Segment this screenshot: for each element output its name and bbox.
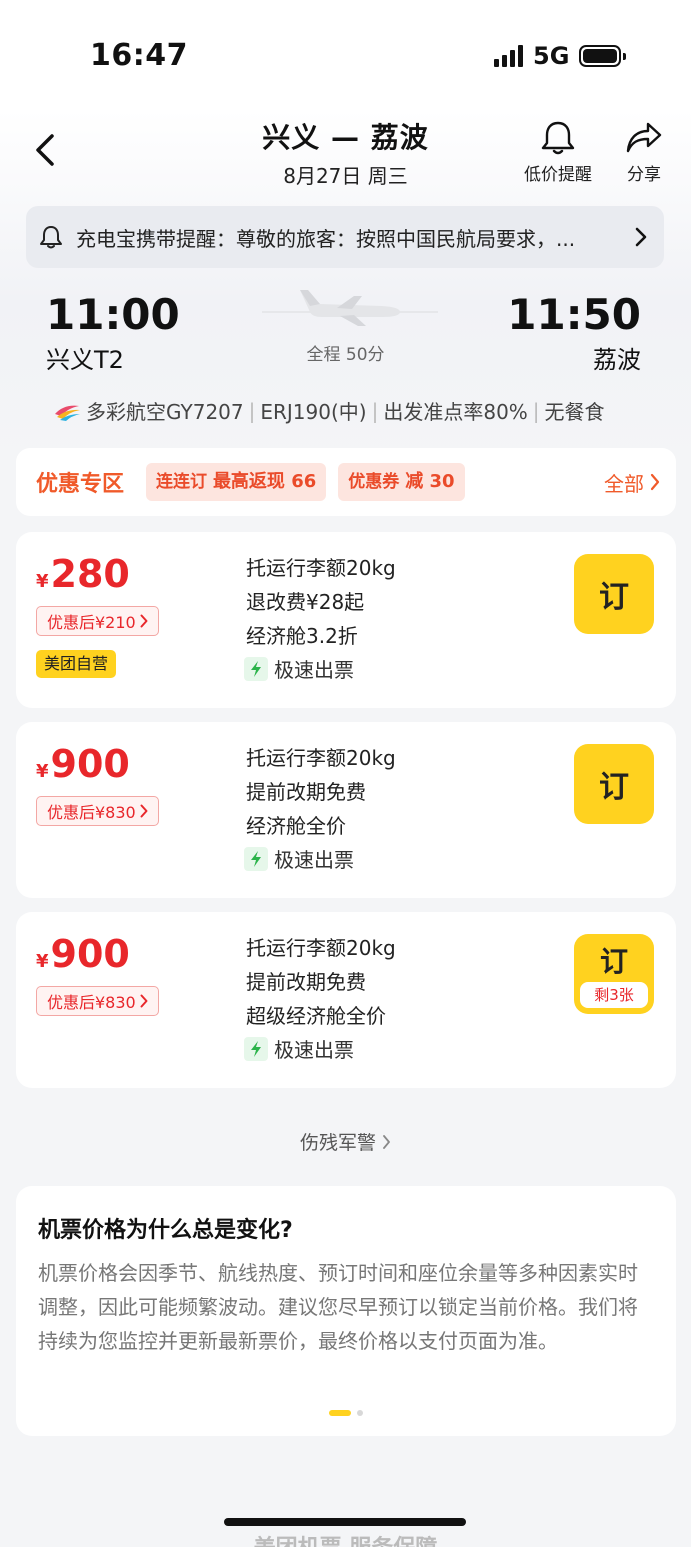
bell-icon (40, 226, 62, 249)
arrival-time: 11:50 (507, 290, 641, 339)
promo-title: 优惠专区 (36, 472, 125, 497)
price-faq-card: 机票价格为什么总是变化? 机票价格会因季节、航线热度、预订时间和座位余量等多种因… (16, 1186, 676, 1436)
fast-ticketing: 极速出票 (244, 654, 354, 683)
airline-logo-icon (55, 405, 80, 421)
fast-ticketing-label: 极速出票 (274, 1038, 354, 1062)
special-fares-link[interactable]: 伤残军警 (0, 1128, 691, 1155)
change-fee: 提前改期免费 (246, 970, 366, 994)
book-button[interactable]: 订 (574, 744, 654, 824)
fare-card[interactable]: ¥ 900 优惠后¥830 托运行李额20kg 提前改期免费 超级经济舱全价 极… (16, 912, 676, 1088)
home-indicator[interactable] (224, 1518, 466, 1526)
chevron-right-icon (140, 614, 148, 628)
share-button[interactable]: 分享 (624, 120, 664, 185)
footer-service-text: 美团机票 服务保障 (0, 1530, 691, 1547)
airline-flight-number: 多彩航空GY7207 (86, 400, 244, 424)
fare-card[interactable]: ¥ 900 优惠后¥830 托运行李额20kg 提前改期免费 经济舱全价 极速出… (16, 722, 676, 898)
price-value: 900 (50, 742, 130, 786)
discount-tag[interactable]: 优惠后¥830 (36, 796, 159, 826)
discount-label: 优惠后¥210 (47, 613, 136, 632)
promo-tag-detail: 减 30 (405, 471, 455, 492)
promo-tag-detail: 最高返现 66 (212, 471, 317, 492)
book-button[interactable]: 订 (574, 554, 654, 634)
faq-body: 机票价格会因季节、航线热度、预订时间和座位余量等多种因素实时调整，因此可能频繁波… (38, 1261, 638, 1353)
cabin-class: 经济舱3.2折 (246, 624, 358, 648)
book-label: 订 (599, 945, 628, 978)
special-fares-label: 伤残军警 (299, 1132, 376, 1154)
chevron-right-icon (635, 227, 647, 247)
promo-section: 优惠专区 连连订 最高返现 66 优惠券 减 30 全部 (16, 448, 676, 516)
battery-icon (579, 45, 627, 67)
fast-ticketing-label: 极速出票 (274, 658, 354, 682)
change-fee: 提前改期免费 (246, 780, 366, 804)
self-operated-badge: 美团自营 (36, 650, 117, 678)
discount-tag[interactable]: 优惠后¥210 (36, 606, 159, 636)
lightning-icon (244, 1036, 268, 1061)
currency-symbol: ¥ (36, 571, 49, 592)
discount-label: 优惠后¥830 (47, 803, 136, 822)
promo-tag-lianliandingr[interactable]: 连连订 最高返现 66 (146, 463, 327, 501)
cabin-class: 经济舱全价 (246, 814, 346, 838)
seats-remaining-badge: 剩3张 (580, 982, 648, 1008)
arrival-airport: 荔波 (593, 346, 641, 374)
cabin-class: 超级经济舱全价 (246, 1004, 386, 1028)
notice-bar[interactable]: 充电宝携带提醒：尊敬的旅客：按照中国民航局要求，... (26, 206, 664, 268)
carousel-dot (357, 1410, 363, 1416)
price-alert-button[interactable]: 低价提醒 (524, 120, 592, 185)
bell-icon (541, 121, 575, 155)
lightning-icon (244, 846, 268, 871)
baggage-allowance: 托运行李额20kg (246, 936, 396, 960)
notice-text: 充电宝携带提醒：尊敬的旅客：按照中国民航局要求，... (76, 226, 576, 251)
chevron-right-icon (383, 1134, 390, 1149)
airplane-icon (262, 290, 438, 326)
carousel-indicator (16, 1410, 676, 1416)
fare-price: ¥ 900 (36, 742, 130, 786)
promo-all-label: 全部 (604, 471, 644, 496)
promo-tag-coupon[interactable]: 优惠券 减 30 (338, 463, 465, 501)
signal-icon (494, 45, 523, 67)
divider: | (248, 398, 256, 423)
faq-title: 机票价格为什么总是变化? (38, 1218, 293, 1243)
status-indicators: 5G (494, 42, 627, 70)
share-icon (626, 122, 662, 153)
flight-duration: 全程 50分 (306, 345, 385, 365)
divider: | (371, 398, 379, 423)
price-value: 280 (50, 552, 130, 596)
book-button[interactable]: 订 剩3张 (574, 934, 654, 1014)
fare-card[interactable]: ¥ 280 优惠后¥210 美团自营 托运行李额20kg 退改费¥28起 经济舱… (16, 532, 676, 708)
meal-info: 无餐食 (544, 400, 605, 424)
change-fee: 退改费¥28起 (246, 590, 365, 614)
status-time: 16:47 (90, 38, 188, 73)
baggage-allowance: 托运行李额20kg (246, 556, 396, 580)
flight-detail-page: 16:47 5G 兴义 — 荔波 8月27日 周三 低价提醒 分享 充电宝携带提… (0, 0, 691, 1547)
chevron-right-icon (140, 994, 148, 1008)
fare-price: ¥ 900 (36, 932, 130, 976)
carousel-dot-active (329, 1410, 351, 1416)
promo-all-link[interactable]: 全部 (604, 468, 660, 497)
discount-label: 优惠后¥830 (47, 993, 136, 1012)
price-value: 900 (50, 932, 130, 976)
departure-time: 11:00 (46, 290, 180, 339)
fast-ticketing: 极速出票 (244, 1034, 354, 1063)
promo-tag-name: 优惠券 (348, 472, 400, 492)
discount-tag[interactable]: 优惠后¥830 (36, 986, 159, 1016)
chevron-right-icon (140, 804, 148, 818)
price-alert-label: 低价提醒 (524, 165, 592, 185)
promo-tag-name: 连连订 (156, 472, 208, 492)
chevron-right-icon (650, 473, 660, 491)
lightning-icon (244, 656, 268, 681)
divider: | (532, 398, 540, 423)
fast-ticketing: 极速出票 (244, 844, 354, 873)
currency-symbol: ¥ (36, 951, 49, 972)
fare-price: ¥ 280 (36, 552, 130, 596)
network-type: 5G (533, 42, 570, 70)
fast-ticketing-label: 极速出票 (274, 848, 354, 872)
flight-info: 多彩航空GY7207 | ERJ190(中) | 出发准点率80% | 无餐食 (52, 396, 605, 425)
baggage-allowance: 托运行李额20kg (246, 746, 396, 770)
currency-symbol: ¥ (36, 761, 49, 782)
share-label: 分享 (627, 165, 661, 185)
aircraft-type: ERJ190(中) (260, 400, 367, 424)
on-time-rate: 出发准点率80% (383, 400, 528, 424)
